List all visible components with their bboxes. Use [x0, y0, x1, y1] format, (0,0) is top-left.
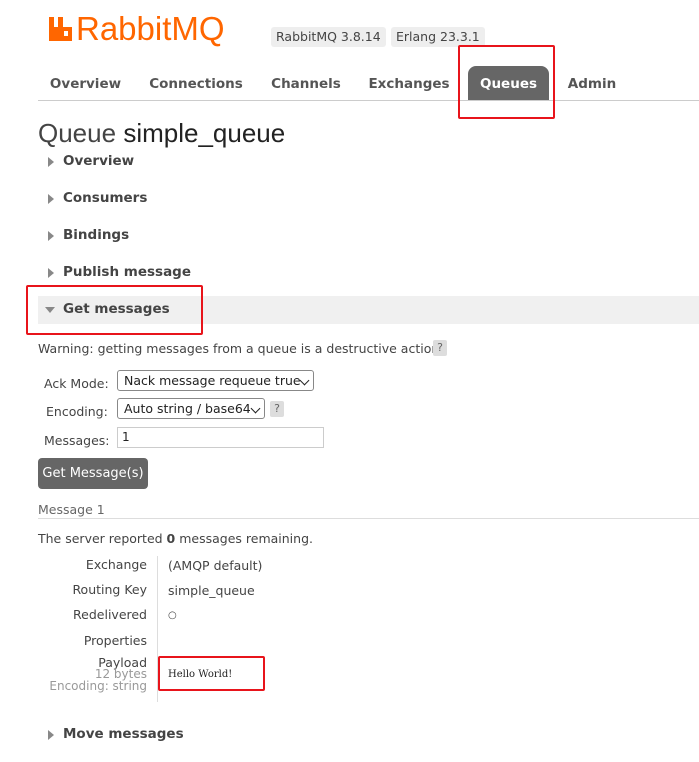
section-consumers[interactable]: Consumers: [38, 185, 699, 213]
message-heading: Message 1: [38, 502, 105, 517]
remaining-suffix: messages remaining.: [175, 531, 313, 546]
routing-key-value: simple_queue: [168, 583, 255, 598]
get-messages-button[interactable]: Get Message(s): [38, 458, 148, 489]
highlight-box-payload: [158, 656, 265, 691]
remaining-count: 0: [166, 531, 176, 546]
section-move-messages-label: Move messages: [63, 726, 184, 742]
main-nav-tabs: Overview Connections Channels Exchanges …: [38, 66, 699, 101]
encoding-label: Encoding:: [46, 404, 108, 419]
destructive-warning: Warning: getting messages from a queue i…: [38, 341, 444, 356]
page-title-prefix: Queue: [38, 118, 117, 148]
tab-exchanges[interactable]: Exchanges: [361, 66, 457, 100]
highlight-box-queues-tab: [458, 45, 555, 119]
expand-arrow-icon: [48, 194, 54, 204]
section-move-messages[interactable]: Move messages: [38, 721, 699, 749]
ack-mode-value: Nack message requeue true: [124, 373, 301, 388]
messages-count-label: Messages:: [44, 433, 110, 448]
expand-arrow-icon: [48, 231, 54, 241]
section-publish-message[interactable]: Publish message: [38, 259, 699, 287]
section-overview[interactable]: Overview: [38, 148, 699, 176]
exchange-label: Exchange: [85, 557, 147, 572]
ack-mode-label: Ack Mode:: [44, 376, 109, 391]
section-bindings[interactable]: Bindings: [38, 222, 699, 250]
encoding-help-icon[interactable]: ?: [270, 401, 284, 417]
tab-admin[interactable]: Admin: [558, 66, 626, 100]
properties-label: Properties: [83, 633, 147, 648]
section-publish-message-label: Publish message: [63, 264, 191, 280]
chevron-down-icon: [250, 403, 261, 414]
messages-count-input[interactable]: 1: [117, 427, 324, 448]
logo-text: RabbitMQ: [76, 10, 225, 47]
routing-key-label: Routing Key: [72, 582, 147, 597]
remaining-prefix: The server reported: [38, 531, 167, 546]
expand-arrow-icon: [48, 157, 54, 167]
payload-encoding: Encoding: string: [49, 679, 147, 693]
ack-mode-select[interactable]: Nack message requeue true: [117, 370, 314, 391]
warning-help-icon[interactable]: ?: [433, 340, 447, 356]
tab-channels[interactable]: Channels: [260, 66, 352, 100]
queue-name: simple_queue: [123, 118, 286, 148]
expand-arrow-icon: [48, 730, 54, 740]
expand-arrow-icon: [48, 268, 54, 278]
rabbitmq-logo-icon: [49, 17, 72, 41]
section-bindings-label: Bindings: [63, 227, 130, 243]
redelivered-value: ○: [168, 610, 177, 621]
encoding-value: Auto string / base64: [124, 401, 251, 416]
section-consumers-label: Consumers: [63, 190, 148, 206]
encoding-select[interactable]: Auto string / base64: [117, 398, 265, 419]
exchange-value: (AMQP default): [168, 558, 263, 573]
highlight-box-get-messages: [26, 285, 203, 335]
rabbitmq-version-badge: RabbitMQ 3.8.14: [271, 27, 386, 47]
tab-overview[interactable]: Overview: [38, 66, 133, 100]
section-overview-label: Overview: [63, 153, 135, 169]
page-title: Queue simple_queue: [38, 118, 285, 149]
divider: [38, 518, 699, 519]
chevron-down-icon: [299, 375, 310, 386]
tab-connections[interactable]: Connections: [141, 66, 251, 100]
erlang-version-badge: Erlang 23.3.1: [391, 27, 485, 47]
remaining-message: The server reported 0 messages remaining…: [38, 531, 313, 546]
redelivered-label: Redelivered: [73, 607, 147, 622]
